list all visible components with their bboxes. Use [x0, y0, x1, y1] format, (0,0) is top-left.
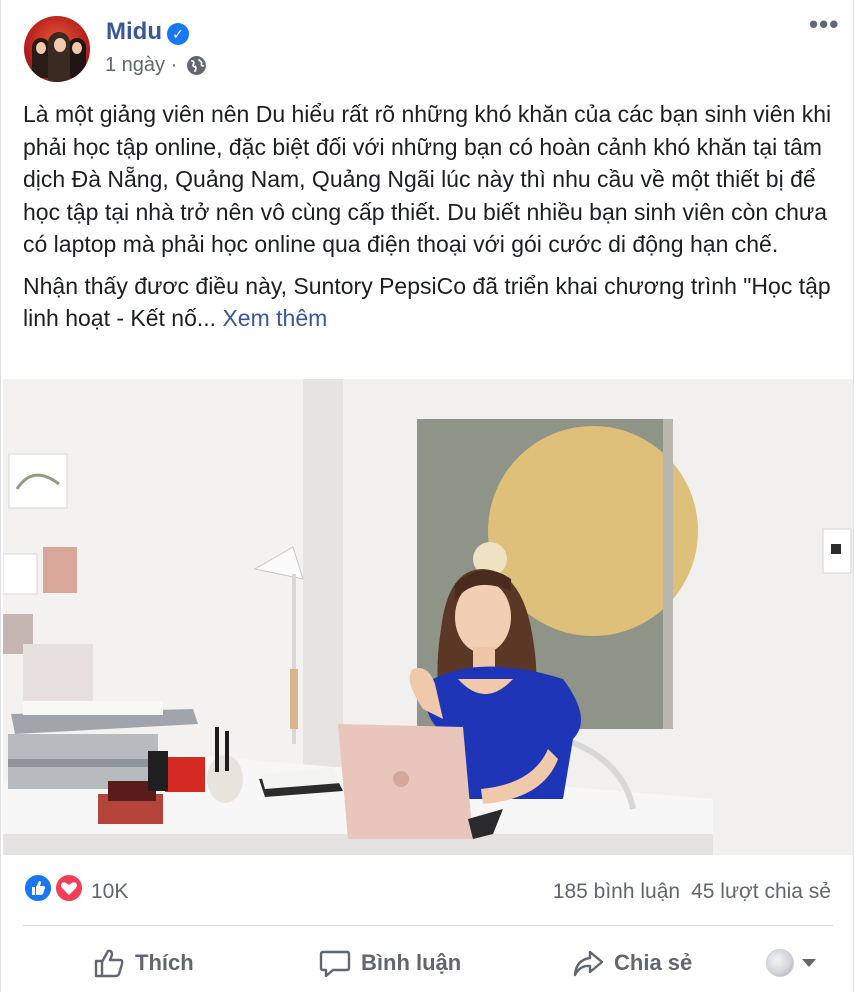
like-label: Thích	[135, 950, 194, 975]
comment-count[interactable]: 185 bình luận	[553, 880, 680, 903]
comment-label: Bình luận	[361, 950, 462, 975]
globe-icon[interactable]	[186, 55, 207, 76]
more-options-icon[interactable]: •••	[809, 11, 839, 39]
post-meta: 1 ngày ·	[105, 54, 177, 77]
comment-icon	[319, 950, 351, 978]
avatar-face-center	[54, 38, 66, 52]
share-button[interactable]: Chia sẻ	[572, 945, 692, 981]
avatar-face-left	[36, 42, 46, 54]
author-name[interactable]: Midu	[106, 18, 162, 46]
like-reaction-icon[interactable]	[23, 873, 53, 903]
meta-separator: ·	[170, 54, 178, 76]
engagement-stats: 185 bình luận 45 lượt chia sẻ	[553, 880, 831, 904]
thumbs-up-icon	[94, 949, 124, 978]
reaction-count[interactable]: 10K	[91, 880, 128, 904]
facebook-post: Midu ✓ 1 ngày · ••• Là một giảng viên nê…	[0, 0, 854, 992]
post-paragraph-1: Là một giảng viên nên Du hiểu rất rõ nhữ…	[23, 101, 832, 257]
love-reaction-icon[interactable]	[54, 873, 84, 903]
photo-illustration	[3, 379, 853, 855]
chevron-down-icon	[802, 959, 816, 967]
post-text: Là một giảng viên nên Du hiểu rất rõ nhữ…	[23, 98, 835, 344]
post-photo[interactable]	[3, 379, 853, 855]
heart-glyph	[61, 882, 77, 895]
share-icon	[573, 950, 604, 977]
post-paragraph-2: Nhận thấy đươc điều này, Suntory PepsiCo…	[23, 270, 835, 335]
avatar-face-right	[72, 42, 82, 54]
react-as-selector[interactable]	[766, 946, 824, 980]
post-paragraph-2-text: Nhận thấy đươc điều này, Suntory PepsiCo…	[23, 272, 831, 332]
see-more-link[interactable]: Xem thêm	[222, 305, 327, 331]
share-label: Chia sẻ	[614, 950, 693, 975]
actions-divider	[23, 925, 833, 926]
verified-badge-icon: ✓	[167, 23, 189, 45]
profile-avatar-small	[766, 949, 794, 977]
thumbs-up-glyph	[32, 881, 45, 895]
post-time[interactable]: 1 ngày	[105, 54, 165, 76]
like-button[interactable]: Thích	[93, 945, 194, 981]
share-count[interactable]: 45 lượt chia sẻ	[691, 880, 831, 903]
author-avatar[interactable]	[24, 16, 90, 82]
comment-button[interactable]: Bình luận	[319, 945, 461, 981]
